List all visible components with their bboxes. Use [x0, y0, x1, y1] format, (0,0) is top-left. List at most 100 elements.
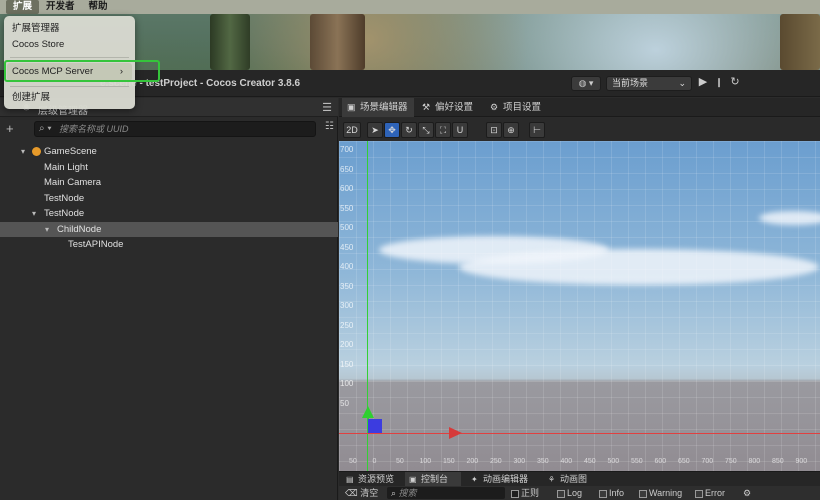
- rect-tool-button[interactable]: ⛶: [435, 122, 451, 138]
- hierarchy-search-input[interactable]: [59, 123, 309, 135]
- y-axis-label: 500: [340, 223, 354, 232]
- error-checkbox[interactable]: [695, 489, 703, 498]
- y-axis-label: 50: [340, 398, 349, 408]
- y-gizmo-arrow-icon[interactable]: [362, 406, 374, 418]
- tree-node-testapinode[interactable]: TestAPINode: [0, 237, 338, 253]
- info-checkbox[interactable]: [599, 489, 607, 498]
- error-toggle[interactable]: Error: [695, 487, 725, 499]
- move-tool-button[interactable]: ✥: [384, 122, 400, 138]
- x-axis-label: 50: [349, 458, 357, 465]
- tab-project-settings[interactable]: ⚙ 项目设置: [485, 98, 551, 117]
- tab-preferences[interactable]: ⚒ 偏好设置: [417, 98, 483, 117]
- y-axis-label: 300: [340, 301, 354, 310]
- cocos-creator-window: e.scene - testProject - Cocos Creator 3.…: [0, 70, 820, 500]
- scene-viewport[interactable]: 700 650 600 550 500 450 400 350 300 250 200 150 100 5…: [339, 141, 820, 471]
- tab-animation-editor[interactable]: ✦ 动画编辑器: [467, 472, 539, 487]
- node-tree: ▾ GameScene Main Light Main Camera TestN…: [0, 144, 338, 253]
- preview-icon: ▤: [346, 475, 354, 484]
- chevron-down-icon[interactable]: ▾: [45, 222, 49, 238]
- cursor-icon: ➤: [371, 125, 379, 135]
- scene-toolbar: 2D ➤ ✥ ↻ ⤡ ⛶ U ⊡ ⊕ ⊢: [339, 118, 820, 140]
- tab-label: 偏好设置: [435, 102, 474, 113]
- local-global-button[interactable]: ⊕: [503, 122, 519, 138]
- menu-extensions[interactable]: 扩展: [6, 0, 40, 14]
- x-axis-label: 900: [795, 458, 808, 465]
- x-gizmo-line: [369, 433, 451, 434]
- play-icon: ▶: [698, 76, 708, 88]
- scene-grid: [339, 141, 820, 471]
- x-axis-label: 200: [466, 458, 479, 465]
- regex-checkbox[interactable]: [511, 489, 519, 498]
- sort-icon[interactable]: ☷: [325, 121, 334, 132]
- tab-asset-preview[interactable]: ▤ 资源预览: [342, 472, 400, 487]
- refresh-icon: ↻: [730, 76, 740, 88]
- hierarchy-search[interactable]: ⌕ ▾: [34, 121, 316, 137]
- play-button[interactable]: ▶: [696, 76, 710, 91]
- y-axis-label: 250: [340, 320, 354, 330]
- pivot-button[interactable]: ⊡: [486, 122, 502, 138]
- preview-platform-button[interactable]: ◍ ▾: [571, 76, 601, 91]
- tab-label: 场景编辑器: [360, 102, 408, 113]
- log-toggle[interactable]: Log: [557, 487, 582, 499]
- tree-node-main-light[interactable]: Main Light: [0, 160, 338, 176]
- console-search[interactable]: ⌕ 搜索: [387, 487, 505, 499]
- chevron-down-icon[interactable]: ▾: [32, 206, 36, 222]
- y-axis-label: 450: [340, 242, 354, 252]
- menu-developer[interactable]: 开发者: [39, 0, 82, 14]
- wrench-icon: ⚒: [422, 102, 431, 112]
- warning-label: Warning: [649, 488, 683, 498]
- tree-node-testnode[interactable]: TestNode: [0, 191, 338, 207]
- regex-label: 正则: [521, 488, 540, 498]
- refresh-button[interactable]: ↻: [728, 76, 742, 91]
- snap-button[interactable]: ⊢: [529, 122, 545, 138]
- tab-label: 动画编辑器: [483, 474, 529, 484]
- editor-tabs: ▣ 场景编辑器 ⚒ 偏好设置 ⚙ 项目设置: [339, 98, 820, 117]
- tree-trunk-right: [780, 14, 820, 70]
- menu-item-extension-manager[interactable]: 扩展管理器: [12, 22, 60, 36]
- center-gizmo-handle[interactable]: [368, 419, 382, 433]
- pause-button[interactable]: ❙: [714, 76, 724, 91]
- node-label: GameScene: [44, 146, 97, 157]
- menu-item-cocos-store[interactable]: Cocos Store: [12, 38, 64, 52]
- menu-icon[interactable]: ☰: [322, 101, 332, 114]
- y-axis-label: 650: [340, 164, 354, 174]
- info-toggle[interactable]: Info: [599, 487, 624, 499]
- tree-node-main-camera[interactable]: Main Camera: [0, 175, 338, 191]
- tab-scene-editor[interactable]: ▣ 场景编辑器: [342, 98, 414, 117]
- scene-select[interactable]: 当前场景 ⌄: [606, 76, 692, 91]
- rotate-tool-button[interactable]: ↻: [401, 122, 417, 138]
- warning-toggle[interactable]: Warning: [639, 487, 682, 499]
- console-toolbar: ⌫ 清空 ⌕ 搜索 正则 Log Info Warning Error ⚙: [339, 486, 820, 500]
- scale-tool-button[interactable]: ⤡: [418, 122, 434, 138]
- tab-console[interactable]: ▣ 控制台: [405, 472, 461, 487]
- tab-animation-graph[interactable]: ⚘ 动画图: [544, 472, 600, 487]
- menu-item-create-extension[interactable]: 创建扩展: [12, 91, 50, 105]
- x-gizmo-arrow-icon[interactable]: [449, 427, 462, 439]
- tab-label: 资源预览: [358, 474, 395, 484]
- search-icon: ⌕: [391, 488, 399, 498]
- bottom-panel-tabs: ▤ 资源预览 ▣ 控制台 ✦ 动画编辑器 ⚘ 动画图: [339, 471, 820, 487]
- add-node-icon[interactable]: +: [6, 121, 14, 136]
- chevron-down-icon: ⌄: [678, 78, 686, 88]
- clear-icon: ⌫: [345, 488, 361, 498]
- tab-label: 控制台: [421, 474, 449, 484]
- snap-icon: ⊢: [533, 125, 541, 135]
- node-label: Main Light: [44, 161, 88, 173]
- tree-node-childnode[interactable]: ▾ ChildNode: [0, 221, 338, 238]
- chevron-down-icon[interactable]: ▾: [21, 144, 25, 160]
- regex-toggle[interactable]: 正则: [511, 487, 539, 499]
- select-tool-button[interactable]: ➤: [367, 122, 383, 138]
- 2d-toggle-button[interactable]: 2D: [343, 122, 361, 138]
- menu-help[interactable]: 帮助: [82, 0, 115, 14]
- x-axis-label: 600: [654, 458, 667, 465]
- y-axis-label: 400: [340, 262, 354, 271]
- clear-button[interactable]: ⌫ 清空: [345, 487, 378, 499]
- y-axis-label: 700: [340, 145, 354, 154]
- tree-node-testnode-parent[interactable]: ▾ TestNode: [0, 206, 338, 222]
- tree-node-gamescene[interactable]: ▾ GameScene: [0, 144, 338, 160]
- log-checkbox[interactable]: [557, 489, 565, 498]
- warning-checkbox[interactable]: [639, 489, 647, 498]
- settings-icon[interactable]: ⚙: [743, 487, 751, 499]
- transform-tool-button[interactable]: U: [452, 122, 468, 138]
- pivot-icon: ⊡: [490, 125, 498, 135]
